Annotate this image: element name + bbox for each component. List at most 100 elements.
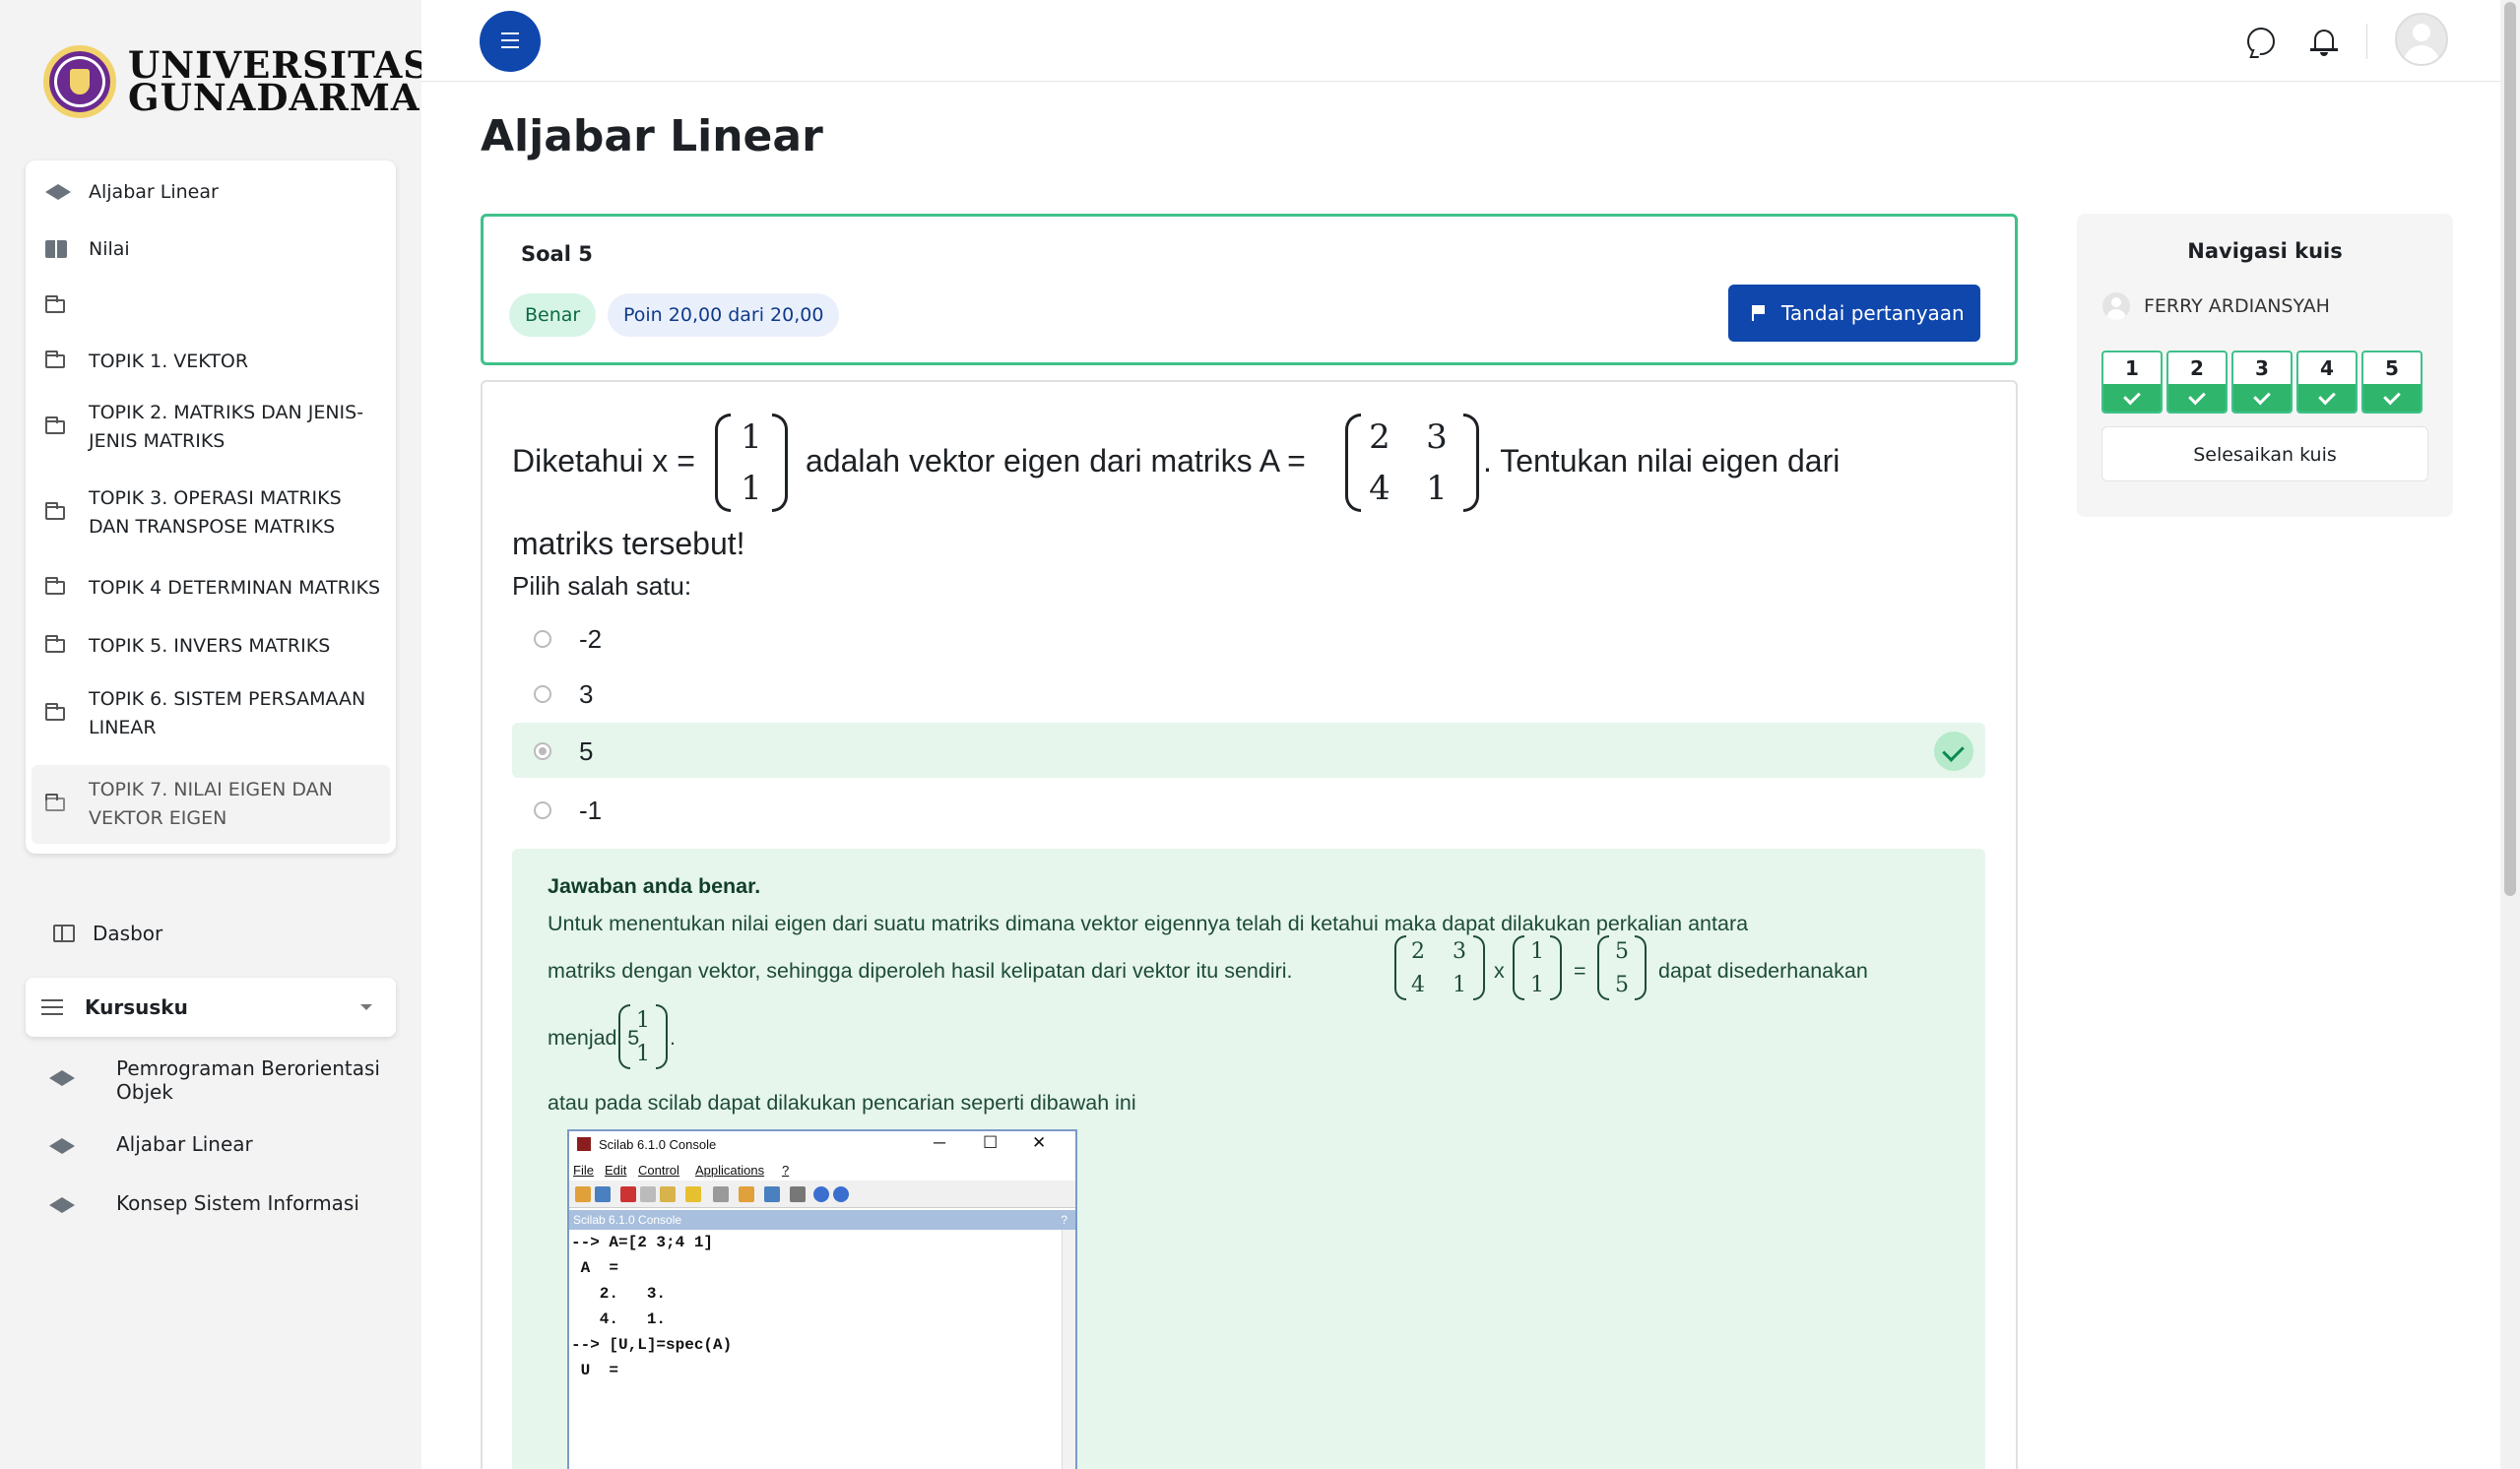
quiz-nav-question-4[interactable]: 4 bbox=[2296, 351, 2358, 414]
matrix-cell: 3 bbox=[1453, 939, 1466, 964]
book-icon bbox=[45, 240, 67, 258]
check-icon bbox=[2298, 384, 2356, 412]
console-line: 2. 3. bbox=[571, 1285, 667, 1303]
scilab-console-output: --> A=[2 3;4 1] A = 2. 3. 4. 1. --> [U,L]… bbox=[569, 1230, 1060, 1469]
radio-button[interactable] bbox=[534, 630, 551, 648]
drawer-toggle-button[interactable] bbox=[480, 11, 541, 72]
course-index: Aljabar Linear Nilai TOPIK 1. VEKTOR TOP… bbox=[26, 160, 396, 854]
answer-option[interactable]: -2 bbox=[512, 610, 1985, 666]
flag-icon bbox=[1752, 305, 1766, 321]
course-index-item-topic-5[interactable]: TOPIK 5. INVERS MATRIKS bbox=[26, 622, 396, 670]
question-content: Diketahui x = 1 1 adalah vektor eigen da… bbox=[481, 380, 2018, 1469]
site-logo[interactable]: UNIVERSITAS GUNADARMA bbox=[43, 45, 430, 118]
question-text-part: matriks tersebut! bbox=[512, 526, 745, 561]
question-text-part: . Tentukan nilai eigen dari bbox=[1483, 443, 1841, 479]
folder-icon bbox=[45, 635, 65, 653]
matrix-cell: 5 bbox=[1615, 939, 1629, 964]
course-index-item-topic-3[interactable]: TOPIK 3. OPERASI MATRIKS DAN TRANSPOSE M… bbox=[26, 480, 396, 545]
answer-option[interactable]: -1 bbox=[512, 782, 1985, 837]
scilab-titlebar: Scilab 6.1.0 Console ─ ☐ ✕ bbox=[569, 1131, 1075, 1157]
scilab-title: Scilab 6.1.0 Console bbox=[599, 1137, 717, 1152]
caret-down-icon bbox=[360, 1004, 372, 1010]
feedback-text: atau pada scilab dapat dilakukan pencari… bbox=[548, 1091, 1136, 1115]
quiz-navigation-title: Navigasi kuis bbox=[2187, 239, 2343, 263]
messages-icon[interactable] bbox=[2247, 28, 2275, 55]
my-courses-toggle[interactable]: Kursusku bbox=[26, 978, 396, 1037]
radio-button[interactable] bbox=[534, 685, 551, 703]
my-course-item[interactable]: Aljabar Linear bbox=[49, 1132, 394, 1162]
my-course-item[interactable]: Pemrograman Berorientasi Objek bbox=[49, 1056, 394, 1106]
question-text-part: adalah vektor eigen dari matriks A = bbox=[806, 443, 1306, 479]
quiz-nav-question-3[interactable]: 3 bbox=[2231, 351, 2293, 414]
folder-icon bbox=[45, 351, 65, 368]
flag-question-label: Tandai pertanyaan bbox=[1781, 301, 1965, 325]
notifications-icon[interactable] bbox=[2310, 28, 2338, 56]
matrix-cell: 4 bbox=[1369, 469, 1390, 508]
quiz-user: FERRY ARDIANSYAH bbox=[2102, 292, 2330, 320]
course-index-item-topic-7[interactable]: TOPIK 7. NILAI EIGEN DAN VEKTOR EIGEN bbox=[32, 765, 390, 844]
scilab-toolbar bbox=[569, 1181, 1075, 1208]
check-icon bbox=[1934, 732, 1973, 771]
logo-text: UNIVERSITAS GUNADARMA bbox=[128, 47, 430, 119]
radio-button[interactable] bbox=[534, 801, 551, 819]
course-index-item-topic-6[interactable]: TOPIK 6. SISTEM PERSAMAAN LINEAR bbox=[26, 681, 396, 746]
matrix-cell: 1 bbox=[741, 469, 762, 508]
user-avatar[interactable] bbox=[2395, 13, 2448, 66]
close-icon: ✕ bbox=[1032, 1133, 1047, 1152]
quiz-nav-number: 4 bbox=[2320, 356, 2334, 380]
feedback-matrix-a: 2 3 4 1 bbox=[1394, 935, 1485, 1000]
scilab-console-header: Scilab 6.1.0 Console ? bbox=[569, 1210, 1075, 1230]
quiz-nav-number: 2 bbox=[2190, 356, 2204, 380]
toolbox-icon bbox=[739, 1186, 754, 1202]
course-index-item-grades[interactable]: Nilai bbox=[26, 225, 396, 273]
question-text-part: Diketahui x = bbox=[512, 443, 695, 479]
matrix-cell: 1 bbox=[636, 1042, 650, 1066]
scrollbar-thumb[interactable] bbox=[2504, 2, 2516, 896]
finish-attempt-button[interactable]: Selesaikan kuis bbox=[2101, 426, 2428, 481]
clear-icon bbox=[685, 1186, 701, 1202]
scilab-console-screenshot: Scilab 6.1.0 Console ─ ☐ ✕ File Edit Con… bbox=[567, 1129, 1077, 1469]
my-course-item[interactable]: Konsep Sistem Informasi bbox=[49, 1191, 394, 1221]
matrix-cell: 1 bbox=[1530, 973, 1544, 997]
quiz-nav-number: 1 bbox=[2125, 356, 2139, 380]
course-index-item-topic-1[interactable]: TOPIK 1. VEKTOR bbox=[26, 338, 396, 385]
scilab-scrollbar bbox=[1062, 1230, 1075, 1469]
my-course-label: Pemrograman Berorientasi Objek bbox=[116, 1056, 380, 1104]
folder-icon bbox=[45, 577, 65, 595]
answer-option-label: -1 bbox=[579, 796, 603, 825]
paste-icon bbox=[660, 1186, 676, 1202]
quiz-nav-question-2[interactable]: 2 bbox=[2166, 351, 2228, 414]
flag-question-button[interactable]: Tandai pertanyaan bbox=[1728, 285, 1980, 342]
logo-line-2: GUNADARMA bbox=[128, 76, 420, 119]
nav-dashboard[interactable]: Dasbor bbox=[53, 922, 162, 945]
course-index-item-general[interactable] bbox=[26, 283, 396, 330]
answer-option-selected[interactable]: 5 bbox=[512, 723, 1985, 778]
page-scrollbar[interactable] bbox=[2500, 0, 2520, 1469]
feedback-simplified-vector: 1 1 bbox=[618, 1004, 668, 1069]
feedback-result-vector: 5 5 bbox=[1597, 935, 1647, 1000]
matrix-cell: 2 bbox=[1369, 417, 1390, 457]
scilab-console-help: ? bbox=[1061, 1213, 1067, 1227]
scilab-menu-item: Control bbox=[638, 1163, 679, 1178]
course-index-label: Aljabar Linear bbox=[89, 181, 219, 203]
answer-option-label: 3 bbox=[579, 679, 594, 709]
radio-button[interactable] bbox=[534, 742, 551, 760]
answer-option[interactable]: 3 bbox=[512, 666, 1985, 721]
help-icon bbox=[833, 1186, 849, 1202]
graduation-cap-icon bbox=[49, 1138, 75, 1154]
copy-icon bbox=[640, 1186, 656, 1202]
answer-option-label: 5 bbox=[579, 736, 594, 766]
list-icon bbox=[41, 999, 63, 1015]
scilab-menu-item: File bbox=[573, 1163, 594, 1178]
course-index-item-topic-2[interactable]: TOPIK 2. MATRIKS DAN JENIS-JENIS MATRIKS bbox=[26, 395, 396, 460]
course-index-label: TOPIK 4 DETERMINAN MATRIKS bbox=[89, 577, 381, 599]
course-index-item-topic-4[interactable]: TOPIK 4 DETERMINAN MATRIKS bbox=[26, 564, 396, 611]
new-file-icon bbox=[575, 1186, 591, 1202]
course-index-item-course[interactable]: Aljabar Linear bbox=[26, 168, 396, 216]
state-badge: Benar bbox=[509, 293, 597, 337]
dashboard-icon bbox=[53, 925, 75, 942]
check-icon bbox=[2233, 384, 2291, 412]
menu-icon bbox=[501, 32, 519, 48]
quiz-nav-question-1[interactable]: 1 bbox=[2101, 351, 2163, 414]
quiz-nav-question-5[interactable]: 5 bbox=[2361, 351, 2423, 414]
